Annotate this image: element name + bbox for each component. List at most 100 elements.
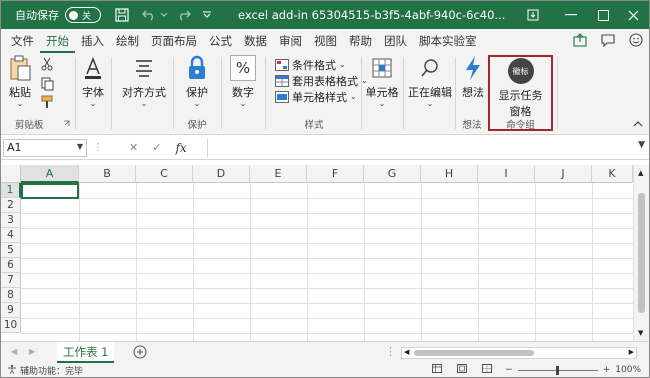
- paste-button[interactable]: 粘贴 ⌄: [7, 55, 33, 108]
- alignment-button[interactable]: 对齐方式 ⌄: [121, 55, 167, 108]
- column-header-b[interactable]: B: [79, 165, 136, 183]
- worksheet-grid[interactable]: A B C D E F G H I J K 1 2 3 4 5 6 7 8 9 …: [1, 165, 649, 341]
- name-box[interactable]: A1 ▼: [3, 138, 87, 157]
- page-break-view-icon[interactable]: [482, 364, 493, 376]
- row-header-10[interactable]: 10: [1, 318, 21, 333]
- sheet-prev-icon[interactable]: ◀: [11, 347, 17, 356]
- ideas-button[interactable]: 想法: [460, 55, 486, 100]
- check-icon[interactable]: ✓: [152, 141, 161, 154]
- smiley-feedback-icon[interactable]: [629, 33, 643, 50]
- chevron-down-icon[interactable]: ⌄: [17, 100, 24, 108]
- close-icon[interactable]: [617, 1, 649, 29]
- tab-draw[interactable]: 绘制: [110, 29, 145, 53]
- column-header-f[interactable]: F: [307, 165, 364, 183]
- ribbon-display-options-icon[interactable]: [517, 1, 549, 29]
- zoom-out-icon[interactable]: −: [505, 365, 513, 375]
- row-header-6[interactable]: 6: [1, 258, 21, 273]
- zoom-slider[interactable]: [517, 365, 598, 375]
- undo-icon[interactable]: [141, 9, 157, 21]
- accessibility-icon[interactable]: [7, 364, 17, 377]
- cells-button[interactable]: 单元格 ⌄: [365, 55, 399, 108]
- vertical-scrollbar[interactable]: ▲ ▼: [633, 165, 649, 341]
- column-header-g[interactable]: G: [364, 165, 421, 183]
- select-all-corner[interactable]: [1, 165, 21, 183]
- tab-file[interactable]: 文件: [5, 29, 40, 53]
- scroll-up-icon[interactable]: ▲: [638, 169, 643, 177]
- scroll-down-icon[interactable]: ▼: [638, 329, 643, 337]
- conditional-formatting-button[interactable]: 条件格式 ⌄: [275, 57, 346, 73]
- tab-team[interactable]: 团队: [378, 29, 413, 53]
- cancel-icon[interactable]: ✕: [129, 141, 138, 154]
- row-header-8[interactable]: 8: [1, 288, 21, 303]
- tab-script-lab[interactable]: 脚本实验室: [413, 29, 483, 53]
- add-sheet-icon[interactable]: [133, 345, 147, 362]
- tab-page-layout[interactable]: 页面布局: [145, 29, 203, 53]
- format-as-table-button[interactable]: 套用表格格式 ⌄: [275, 73, 368, 89]
- normal-view-icon[interactable]: [432, 364, 443, 376]
- scroll-right-icon[interactable]: ▶: [629, 348, 634, 356]
- conditional-formatting-label: 条件格式: [292, 59, 336, 72]
- customize-toolbar-icon[interactable]: [202, 11, 212, 19]
- maximize-icon[interactable]: [587, 1, 619, 29]
- horizontal-scroll-thumb[interactable]: [414, 350, 534, 356]
- row-header-5[interactable]: 5: [1, 243, 21, 258]
- ribbon-collapse-icon[interactable]: [633, 117, 643, 130]
- tab-data[interactable]: 数据: [238, 29, 273, 53]
- row-header-3[interactable]: 3: [1, 213, 21, 228]
- column-header-j[interactable]: J: [535, 165, 592, 183]
- minimize-icon[interactable]: [555, 1, 587, 29]
- column-header-a[interactable]: A: [21, 165, 79, 183]
- row-header-7[interactable]: 7: [1, 273, 21, 288]
- tab-home[interactable]: 开始: [40, 29, 75, 53]
- row-header-9[interactable]: 9: [1, 303, 21, 318]
- column-header-e[interactable]: E: [250, 165, 307, 183]
- chevron-down-icon[interactable]: ▼: [77, 142, 83, 151]
- tab-help[interactable]: 帮助: [343, 29, 378, 53]
- font-button[interactable]: 字体 ⌄: [79, 55, 107, 108]
- tab-formulas[interactable]: 公式: [203, 29, 238, 53]
- autosave-toggle[interactable]: 关: [65, 7, 101, 23]
- zoom-level[interactable]: 100%: [615, 365, 641, 375]
- zoom-in-icon[interactable]: +: [603, 365, 611, 375]
- save-icon[interactable]: [115, 8, 129, 22]
- tab-insert[interactable]: 插入: [75, 29, 110, 53]
- column-header-k[interactable]: K: [592, 165, 633, 183]
- tab-review[interactable]: 审阅: [273, 29, 308, 53]
- insert-function-icon[interactable]: fx: [175, 141, 186, 155]
- number-button[interactable]: % 数字 ⌄: [229, 55, 257, 108]
- autosave-label: 自动保存: [15, 9, 59, 22]
- chevron-down-icon[interactable]: [160, 12, 168, 18]
- comments-icon[interactable]: [601, 33, 615, 50]
- protect-button[interactable]: 保护 ⌄: [184, 55, 210, 108]
- title-bar: 自动保存 关 excel add-in 65304515-b3f5-4abf-9…: [1, 1, 649, 29]
- zoom-slider-thumb[interactable]: [555, 365, 559, 375]
- cell-styles-button[interactable]: 单元格样式 ⌄: [275, 89, 357, 105]
- copy-icon[interactable]: [41, 77, 55, 94]
- sheet-next-icon[interactable]: ▶: [29, 347, 35, 356]
- editing-button[interactable]: 正在编辑 ⌄: [408, 55, 452, 108]
- column-header-h[interactable]: H: [421, 165, 478, 183]
- dialog-launcher-icon[interactable]: [63, 117, 70, 130]
- column-header-d[interactable]: D: [193, 165, 250, 183]
- vertical-scroll-thumb[interactable]: [638, 193, 645, 313]
- cut-icon[interactable]: [41, 57, 53, 74]
- scroll-left-icon[interactable]: ◀: [404, 348, 409, 356]
- row-header-2[interactable]: 2: [1, 198, 21, 213]
- column-header-i[interactable]: I: [478, 165, 535, 183]
- chevron-down-icon[interactable]: ▼: [638, 140, 645, 150]
- ribbon-home: 粘贴 ⌄ 剪贴板 字体 ⌄ 对齐方式 ⌄ 保护 ⌄ 保护 % 数字 ⌄ 条件格式…: [1, 53, 649, 135]
- formula-bar: A1 ▼ ⋮ ✕ ✓ fx ▼: [1, 136, 649, 160]
- selected-cell[interactable]: [21, 183, 79, 199]
- accessibility-status[interactable]: 辅助功能：完毕: [20, 364, 83, 377]
- sheet-tab[interactable]: 工作表 1: [57, 342, 115, 363]
- column-header-c[interactable]: C: [136, 165, 193, 183]
- redo-icon[interactable]: [176, 9, 192, 21]
- horizontal-scrollbar[interactable]: ◀ ▶: [401, 347, 637, 359]
- row-header-4[interactable]: 4: [1, 228, 21, 243]
- formula-input[interactable]: [207, 139, 633, 157]
- row-header-1[interactable]: 1: [1, 183, 21, 198]
- tab-view[interactable]: 视图: [308, 29, 343, 53]
- page-layout-view-icon[interactable]: [457, 364, 468, 376]
- share-icon[interactable]: [573, 33, 587, 50]
- format-painter-icon[interactable]: [41, 95, 55, 112]
